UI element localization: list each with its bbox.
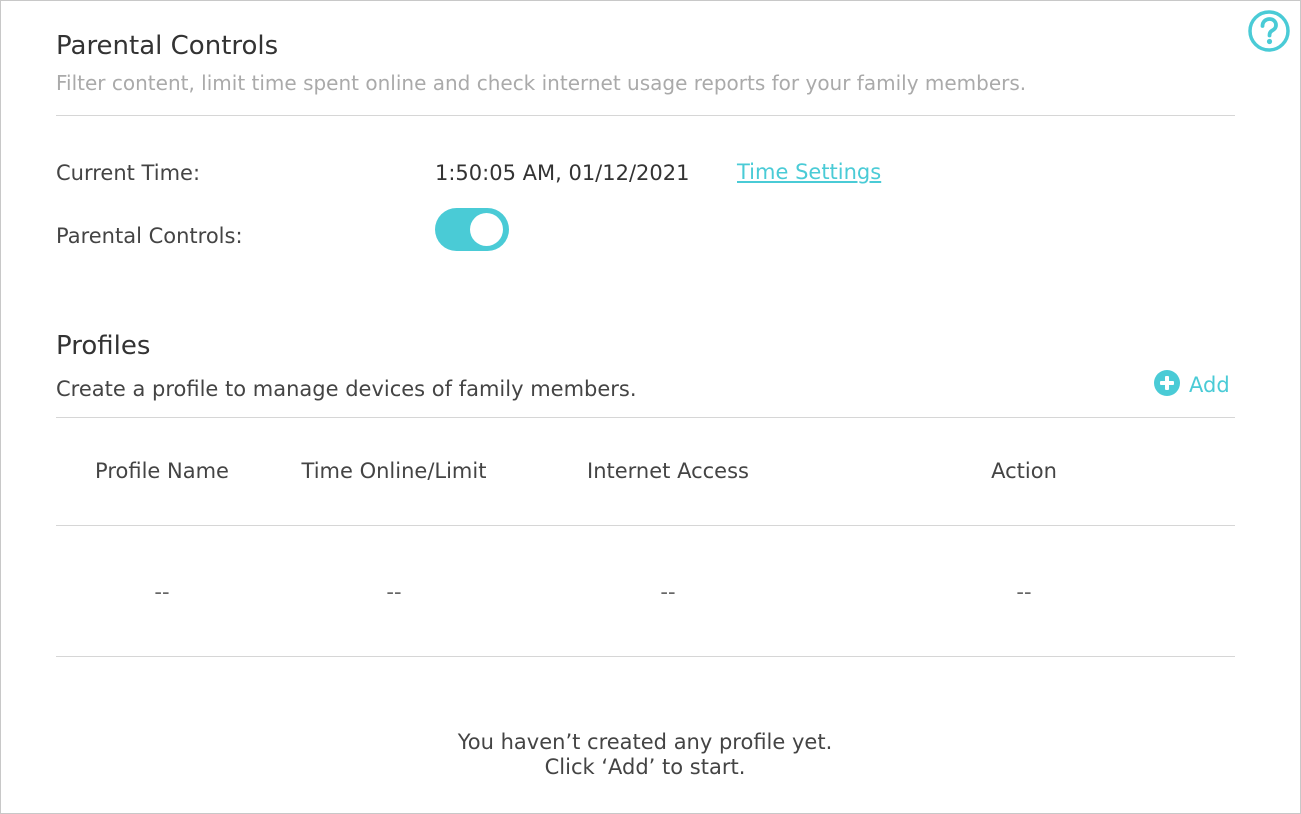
table-bottom-divider — [56, 656, 1235, 657]
column-header-internet-access: Internet Access — [587, 459, 749, 483]
header-divider — [56, 115, 1235, 116]
plus-circle-icon — [1153, 369, 1181, 401]
profiles-description: Create a profile to manage devices of fa… — [56, 377, 637, 401]
help-question-icon[interactable] — [1247, 9, 1291, 53]
page-title: Parental Controls — [56, 31, 279, 61]
empty-state-hint: Click ‘Add’ to start. — [544, 755, 746, 779]
table-cell-profile-name: -- — [154, 580, 170, 604]
table-header-divider — [56, 525, 1235, 526]
column-header-profile-name: Profile Name — [95, 459, 229, 483]
parental-controls-panel: Parental Controls Filter content, limit … — [0, 0, 1301, 814]
current-time-label: Current Time: — [56, 161, 201, 185]
add-profile-button[interactable]: Add — [1153, 369, 1230, 401]
parental-controls-toggle[interactable] — [435, 208, 509, 251]
table-cell-time-online-limit: -- — [386, 580, 402, 604]
parental-controls-label: Parental Controls: — [56, 224, 243, 248]
column-header-time-online-limit: Time Online/Limit — [301, 459, 487, 483]
empty-state-message: You haven’t created any profile yet. — [457, 730, 833, 754]
toggle-knob — [470, 213, 503, 246]
current-time-value: 1:50:05 AM, 01/12/2021 — [435, 161, 690, 185]
profiles-title: Profiles — [56, 331, 151, 361]
table-cell-action: -- — [1016, 580, 1032, 604]
time-settings-link[interactable]: Time Settings — [737, 160, 881, 184]
add-profile-label: Add — [1189, 373, 1230, 397]
table-top-divider — [56, 417, 1235, 418]
table-cell-internet-access: -- — [660, 580, 676, 604]
column-header-action: Action — [991, 459, 1057, 483]
page-subtitle: Filter content, limit time spent online … — [56, 71, 1027, 95]
